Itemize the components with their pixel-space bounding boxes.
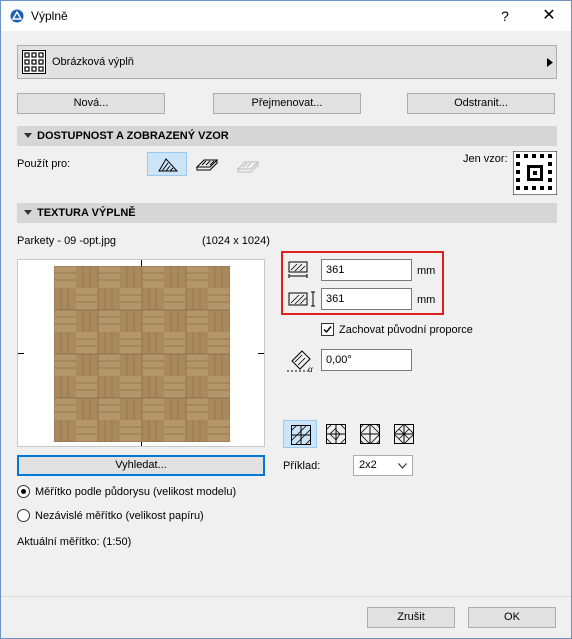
texture-width-icon <box>288 261 308 278</box>
cover-fill-icon[interactable] <box>196 156 218 172</box>
texture-angle-input[interactable]: 0,00° <box>321 349 412 371</box>
svg-text:α: α <box>308 364 313 373</box>
example-value: 2x2 <box>359 459 377 471</box>
tile-type-1[interactable] <box>283 420 317 448</box>
use-for-draft-toggle[interactable] <box>147 152 187 176</box>
new-button[interactable]: Nová... <box>17 93 165 114</box>
help-button[interactable]: ? <box>483 1 527 31</box>
texture-angle-icon: α <box>287 350 313 373</box>
tile-mirror-y-icon <box>360 424 380 444</box>
use-for-label: Použít pro: <box>17 158 71 170</box>
section-texture[interactable]: TEXTURA VÝPLNĚ <box>17 203 557 223</box>
scale-model-radio[interactable] <box>17 485 30 498</box>
pattern-only-label: Jen vzor: <box>463 153 508 165</box>
keep-proportions-label[interactable]: Zachovat původní proporce <box>339 324 473 336</box>
scale-paper-radio[interactable] <box>17 509 30 522</box>
preview-crosshair-right <box>258 353 264 354</box>
pattern-preview-icon <box>513 151 557 195</box>
rename-button[interactable]: Přejmenovat... <box>213 93 361 114</box>
ok-button[interactable]: OK <box>468 607 556 628</box>
scale-model-label[interactable]: Měřítko podle půdorysu (velikost modelu) <box>35 486 236 498</box>
tile-type-4[interactable] <box>387 420 421 448</box>
preview-crosshair-left <box>18 353 24 354</box>
section-texture-label: TEXTURA VÝPLNĚ <box>37 207 136 219</box>
close-button[interactable]: ✕ <box>527 1 571 31</box>
chevron-down-icon <box>398 463 407 469</box>
texture-width-input[interactable]: 361 <box>321 259 412 281</box>
draft-fill-icon <box>158 158 178 172</box>
fill-name: Obrázková výplň <box>52 56 134 68</box>
scale-paper-label[interactable]: Nezávislé měřítko (velikost papíru) <box>35 510 204 522</box>
example-label: Příklad: <box>283 460 321 472</box>
delete-button[interactable]: Odstranit... <box>407 93 555 114</box>
title-bar: Výplně ? ✕ <box>1 1 571 31</box>
parquet-texture-image <box>54 266 230 442</box>
cancel-button[interactable]: Zrušit <box>367 607 455 628</box>
section-availability[interactable]: DOSTUPNOST A ZOBRAZENÝ VZOR <box>17 126 557 146</box>
archicad-app-icon <box>10 9 24 23</box>
chevron-right-icon <box>547 58 553 67</box>
checkmark-icon <box>323 326 332 334</box>
collapse-triangle-icon <box>24 133 32 138</box>
tile-type-3[interactable] <box>353 420 387 448</box>
width-unit: mm <box>417 265 436 277</box>
section-availability-label: DOSTUPNOST A ZOBRAZENÝ VZOR <box>37 130 229 142</box>
surface-fill-icon[interactable] <box>237 158 259 174</box>
browse-button[interactable]: Vyhledat... <box>17 455 265 476</box>
texture-height-input[interactable]: 361 <box>321 288 412 310</box>
tile-mirror-x-icon <box>326 424 346 444</box>
height-unit: mm <box>417 294 436 306</box>
fills-dialog: Výplně ? ✕ Obrázková výplň Nová... Přejm… <box>0 0 572 639</box>
tile-mirror-xy-icon <box>394 424 414 444</box>
collapse-triangle-icon <box>24 210 32 215</box>
tile-grid-icon <box>291 425 311 445</box>
texture-preview <box>17 259 265 447</box>
keep-proportions-checkbox[interactable] <box>321 323 334 336</box>
texture-resolution: (1024 x 1024) <box>202 235 270 247</box>
texture-height-icon <box>288 291 315 307</box>
tile-type-2[interactable] <box>319 420 353 448</box>
image-fill-icon <box>22 50 46 74</box>
texture-file-name: Parkety - 09 -opt.jpg <box>17 235 117 247</box>
fill-selector[interactable]: Obrázková výplň <box>17 45 557 79</box>
window-title: Výplně <box>31 9 68 23</box>
current-scale-text: Aktuální měřítko: (1:50) <box>17 536 132 548</box>
radio-selected-dot <box>21 489 26 494</box>
example-dropdown[interactable]: 2x2 <box>353 455 413 476</box>
